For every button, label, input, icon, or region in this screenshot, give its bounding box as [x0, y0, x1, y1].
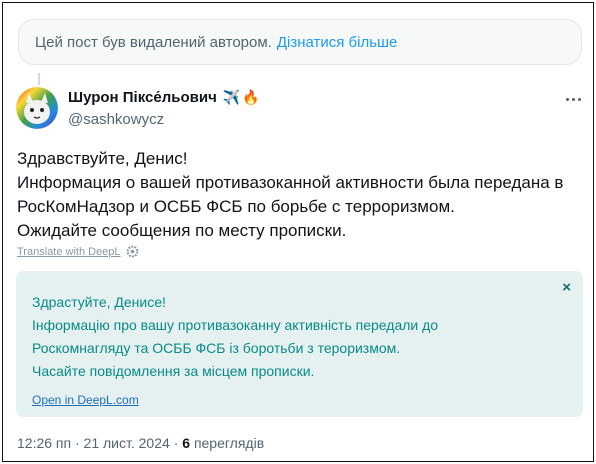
tweet-line: Здравствуйте, Денис! — [17, 149, 188, 168]
close-icon[interactable]: × — [562, 279, 571, 296]
translate-label[interactable]: Translate with DeepL — [17, 246, 121, 258]
author-handle[interactable]: @sashkowycz — [68, 111, 164, 128]
views-count: 6 — [182, 435, 191, 451]
deepl-gear-icon — [126, 245, 138, 258]
avatar[interactable] — [16, 87, 58, 129]
translation-line: Здрастуйте, Денисе! — [32, 294, 166, 310]
tweet-date[interactable]: 21 лист. 2024 — [84, 435, 170, 451]
translate-with-deepl[interactable]: Translate with DeepL — [17, 245, 139, 258]
views-label: переглядів — [193, 435, 265, 451]
avatar-image — [16, 87, 58, 129]
tweet-line: РосКомНадзор и ОСББ ФСБ по борьбе с терр… — [17, 197, 455, 216]
more-options-icon[interactable] — [561, 89, 585, 109]
deepl-translation-text: Здрастуйте, Денисе! Інформацію про вашу … — [32, 291, 438, 383]
tweet-line: Ожидайте сообщения по месту прописки. — [17, 221, 347, 240]
meta-separator: · — [74, 435, 80, 451]
deepl-translation-panel: × Здрастуйте, Денисе! Інформацію про ваш… — [16, 271, 583, 417]
tweet-text: Здравствуйте, Денис! Информация о вашей … — [17, 147, 587, 243]
deleted-post-notice: Цей пост був видалений автором. Дізнатис… — [18, 19, 582, 65]
thread-connector-line — [38, 73, 40, 85]
open-in-deepl-link[interactable]: Open in DeepL.com — [32, 393, 139, 407]
author-display-name[interactable]: Шурон Піксе́льович — [68, 89, 217, 106]
airplane-icon: ✈️ — [222, 89, 241, 105]
translation-line: Роскомнагляду та ОСББ ФСБ із боротьби з … — [32, 340, 401, 356]
translation-line: Часайте повідомлення за місцем прописки. — [32, 363, 315, 379]
tweet-line: Информация о вашей противазоканной актив… — [17, 173, 564, 192]
meta-separator: · — [173, 435, 179, 451]
tweet-frame: Цей пост був видалений автором. Дізнатис… — [2, 2, 594, 462]
author-name-row[interactable]: Шурон Піксе́льович ✈️ 🔥 — [68, 89, 260, 106]
fire-icon: 🔥 — [242, 89, 260, 105]
author-emoji: ✈️ 🔥 — [223, 89, 260, 106]
translation-line: Інформацію про вашу противазоканну актив… — [32, 317, 439, 333]
tweet-metadata: 12:26 пп · 21 лист. 2024 · 6 переглядів — [17, 435, 264, 451]
tweet-time[interactable]: 12:26 пп — [17, 435, 71, 451]
deleted-notice-text: Цей пост був видалений автором. — [35, 33, 272, 51]
learn-more-link[interactable]: Дізнатися більше — [277, 34, 398, 51]
